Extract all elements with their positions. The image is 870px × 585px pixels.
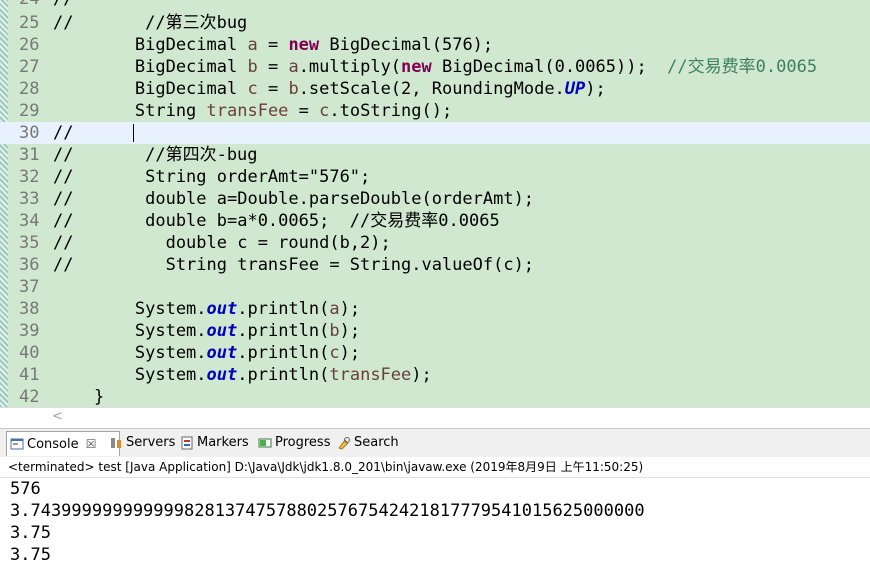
code-line[interactable]: 35 // double c = round(b,2); (0, 232, 870, 254)
progress-icon (258, 438, 272, 448)
code-line[interactable]: 31 // //第四次-bug (0, 144, 870, 166)
line-number: 42 (19, 387, 40, 407)
code-text: System.out.println(transFee); (53, 365, 432, 385)
code-line[interactable]: 42 } (0, 386, 870, 407)
tab-markers[interactable]: Markers (177, 431, 249, 455)
code-line-current[interactable]: 30 // (0, 122, 870, 144)
code-text: // double a=Double.parseDouble(orderAmt)… (53, 189, 535, 209)
line-number: 30 (19, 123, 40, 143)
code-line[interactable]: 28 BigDecimal c = b.setScale(2, Rounding… (0, 78, 870, 100)
code-text: // String orderAmt="576"; (53, 167, 371, 187)
output-line: 576 (10, 479, 41, 499)
code-line[interactable]: 25 // //第三次bug (0, 12, 870, 34)
code-line[interactable]: 39 System.out.println(b); (0, 320, 870, 342)
line-number: 25 (19, 13, 40, 33)
tab-progress[interactable]: Progress (255, 431, 330, 455)
code-text: String transFee = c.toString(); (53, 101, 453, 121)
servers-icon (111, 438, 121, 448)
horizontal-scrollbar[interactable]: < (0, 407, 870, 425)
close-icon[interactable]: ☒ (86, 437, 97, 451)
console-tab-bar: Console ☒ Servers Markers Progress Searc… (0, 428, 870, 458)
code-line[interactable]: 24 // (0, 0, 870, 10)
line-number: 34 (19, 211, 40, 231)
code-line[interactable]: 33 // double a=Double.parseDouble(orderA… (0, 188, 870, 210)
tab-label: Progress (275, 435, 331, 450)
line-number: 36 (19, 255, 40, 275)
line-number: 24 (19, 0, 45, 10)
line-number: 35 (19, 233, 40, 253)
console-icon (10, 438, 24, 450)
console-output[interactable]: 576 3.7439999999999998281374757880257675… (0, 478, 870, 585)
tab-label: Console (27, 437, 79, 452)
code-line[interactable]: 27 BigDecimal b = a.multiply(new BigDeci… (0, 56, 870, 78)
output-line: 3.74399999999999982813747578802576754242… (10, 501, 645, 521)
output-line: 3.75 (10, 545, 51, 565)
tab-console[interactable]: Console ☒ (6, 431, 120, 456)
markers-icon (181, 436, 193, 450)
line-number: 26 (19, 35, 40, 55)
scroll-left-arrow-icon[interactable]: < (52, 408, 63, 425)
tab-label: Markers (197, 435, 249, 450)
code-text: // //第四次-bug (53, 145, 258, 165)
code-line[interactable]: 40 System.out.println(c); (0, 342, 870, 364)
code-line[interactable]: 26 BigDecimal a = new BigDecimal(576); (0, 34, 870, 56)
search-icon (338, 437, 350, 450)
output-line: 3.75 (10, 523, 51, 543)
code-line[interactable]: 36 // String transFee = String.valueOf(c… (0, 254, 870, 276)
code-text: // double c = round(b,2); (53, 233, 391, 253)
code-text: System.out.println(a); (53, 299, 361, 319)
code-line[interactable]: 41 System.out.println(transFee); (0, 364, 870, 386)
line-number: 38 (19, 299, 40, 319)
line-number: 29 (19, 101, 40, 121)
code-line[interactable]: 37 (0, 276, 870, 298)
code-line[interactable]: 32 // String orderAmt="576"; (0, 166, 870, 188)
tab-label: Servers (126, 435, 176, 450)
tab-servers[interactable]: Servers (106, 431, 175, 455)
code-text: System.out.println(c); (53, 343, 361, 363)
code-line[interactable]: 29 String transFee = c.toString(); (0, 100, 870, 122)
code-text: // (53, 0, 73, 10)
code-text: System.out.println(b); (53, 321, 361, 341)
code-text: BigDecimal c = b.setScale(2, RoundingMod… (53, 79, 606, 99)
code-text: // String transFee = String.valueOf(c); (53, 255, 535, 275)
console-status-line: <terminated> test [Java Application] D:\… (0, 457, 870, 478)
code-line[interactable]: 34 // double b=a*0.0065; //交易费率0.0065 (0, 210, 870, 232)
line-number: 33 (19, 189, 40, 209)
code-text: } (53, 387, 105, 407)
tab-search[interactable]: Search (334, 431, 399, 455)
line-number: 31 (19, 145, 40, 165)
code-line[interactable]: 38 System.out.println(a); (0, 298, 870, 320)
line-number: 39 (19, 321, 40, 341)
tab-label: Search (354, 435, 399, 450)
line-number: 27 (19, 57, 40, 77)
code-text: // double b=a*0.0065; //交易费率0.0065 (53, 211, 500, 231)
code-text: // //第三次bug (53, 13, 248, 33)
line-number: 32 (19, 167, 40, 187)
line-number: 37 (19, 277, 40, 297)
line-number: 28 (19, 79, 40, 99)
line-number: 40 (19, 343, 40, 363)
code-editor[interactable]: 24 // 25 // //第三次bug 26 BigDecimal a = n… (0, 0, 870, 407)
code-text: BigDecimal b = a.multiply(new BigDecimal… (53, 57, 818, 77)
line-number: 41 (19, 365, 40, 385)
code-text: // (53, 123, 74, 143)
code-text: BigDecimal a = new BigDecimal(576); (53, 35, 494, 55)
text-caret (133, 124, 134, 142)
